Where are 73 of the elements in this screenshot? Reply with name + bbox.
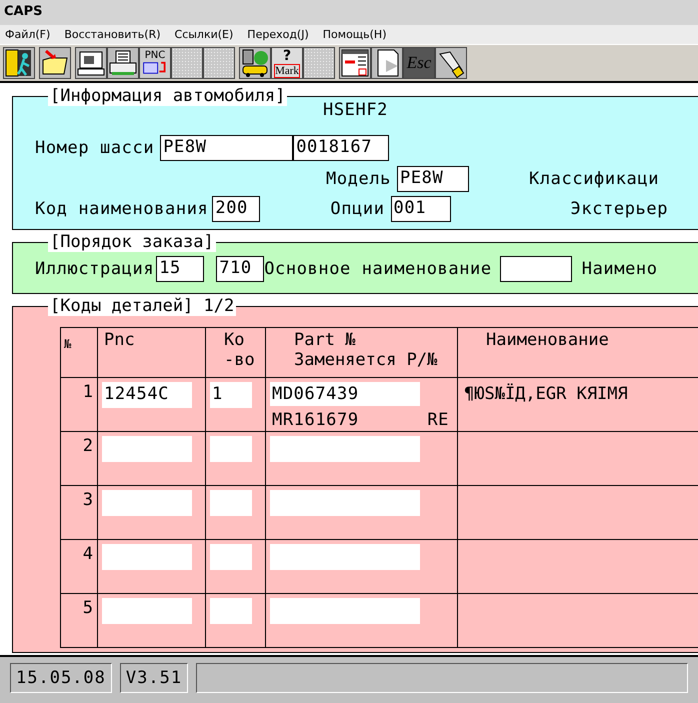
column-header: №	[61, 328, 98, 378]
toolbar-button[interactable]	[107, 47, 139, 79]
field-label: Иллюстрация	[35, 259, 154, 279]
row-number: 5	[61, 594, 98, 648]
illustration-field[interactable]: 15	[156, 256, 204, 282]
field-label: Модель	[326, 169, 392, 189]
toolbar-button[interactable]	[339, 47, 371, 79]
menu-item[interactable]: Файл(F)	[5, 28, 50, 41]
chassis-field[interactable]: PE8W	[160, 135, 294, 161]
vehicle-code: HSEHF2	[323, 100, 388, 120]
chassis-field[interactable]: 0018167	[293, 135, 390, 161]
column-header: Pnc	[98, 328, 206, 378]
field-label: Код наименования	[35, 199, 208, 219]
quantity-field[interactable]	[210, 436, 252, 462]
field-label: Экстерьер	[570, 199, 668, 219]
window-title: CAPS	[0, 0, 698, 25]
options-field[interactable]: 001	[390, 196, 451, 222]
toolbar-button[interactable]	[3, 47, 35, 79]
name-code-field[interactable]: 200	[212, 196, 260, 222]
replacement-mark: RE	[427, 410, 449, 430]
menu-item[interactable]: Ссылки(E)	[174, 28, 234, 41]
part-number-field[interactable]	[270, 490, 420, 516]
field-label: Основное наименование	[264, 259, 492, 279]
pnc-button[interactable]: PNC	[139, 47, 171, 79]
menu-item[interactable]: Восстановить(R)	[64, 28, 161, 41]
menu-item[interactable]: Переход(J)	[247, 28, 309, 41]
row-number: 1	[61, 378, 98, 432]
version-readout: V3.51	[120, 663, 188, 693]
field-label: Опции	[330, 199, 385, 219]
illustration-field[interactable]: 710	[216, 256, 264, 282]
door-exit-icon	[4, 48, 34, 78]
main-name-field[interactable]	[500, 256, 572, 282]
part-number-field[interactable]	[270, 544, 420, 570]
pnc-field[interactable]	[102, 544, 192, 570]
pnc-field[interactable]	[102, 436, 192, 462]
part-number-field[interactable]	[270, 598, 420, 624]
part-number-field[interactable]	[270, 436, 420, 462]
quantity-field[interactable]	[210, 544, 252, 570]
column-header: Ко -во	[206, 328, 266, 378]
field-label: Классификаци	[529, 169, 660, 189]
row-number: 4	[61, 540, 98, 594]
quantity-field[interactable]: 1	[210, 382, 252, 408]
menu-item[interactable]: Помощь(H)	[322, 28, 386, 41]
date-readout: 15.05.08	[10, 663, 112, 693]
model-field[interactable]: PE8W	[397, 166, 470, 192]
toolbar-button[interactable]	[239, 47, 271, 79]
column-header: Part № Заменяется P/№	[266, 328, 458, 378]
column-header: Наименование	[458, 328, 698, 378]
window-icon	[340, 48, 370, 78]
mark-button[interactable]: ? Mark	[271, 47, 303, 79]
section-title: [Порядок заказа]	[48, 232, 216, 252]
pnc-field[interactable]: 12454C	[102, 382, 192, 408]
toolbar-button[interactable]	[39, 47, 71, 79]
toolbar-button[interactable]	[75, 47, 107, 79]
quantity-field[interactable]	[210, 598, 252, 624]
part-name: ¶ЮS№ЇД,EGR KЯIMЯ	[464, 382, 629, 406]
row-number: 2	[61, 432, 98, 486]
toolbar-button[interactable]	[371, 47, 403, 79]
card-icon	[143, 62, 166, 74]
field-label: Номер шасси	[35, 138, 154, 158]
pnc-field[interactable]	[102, 490, 192, 516]
section-title: [Коды деталей] 1/2	[48, 296, 236, 316]
printer-icon	[108, 48, 138, 78]
section-title: [Информация автомобиля]	[48, 86, 288, 106]
replacement-part-number: MR161679	[272, 410, 359, 430]
question-mark-icon: ?	[282, 48, 292, 64]
quantity-field[interactable]	[210, 490, 252, 516]
part-number-field[interactable]: MD067439	[270, 382, 420, 406]
toolbar-button[interactable]	[435, 47, 467, 79]
parts-help-icon	[240, 48, 270, 78]
row-number: 3	[61, 486, 98, 540]
pnc-field[interactable]	[102, 598, 192, 624]
field-label: Наимено	[582, 259, 658, 279]
